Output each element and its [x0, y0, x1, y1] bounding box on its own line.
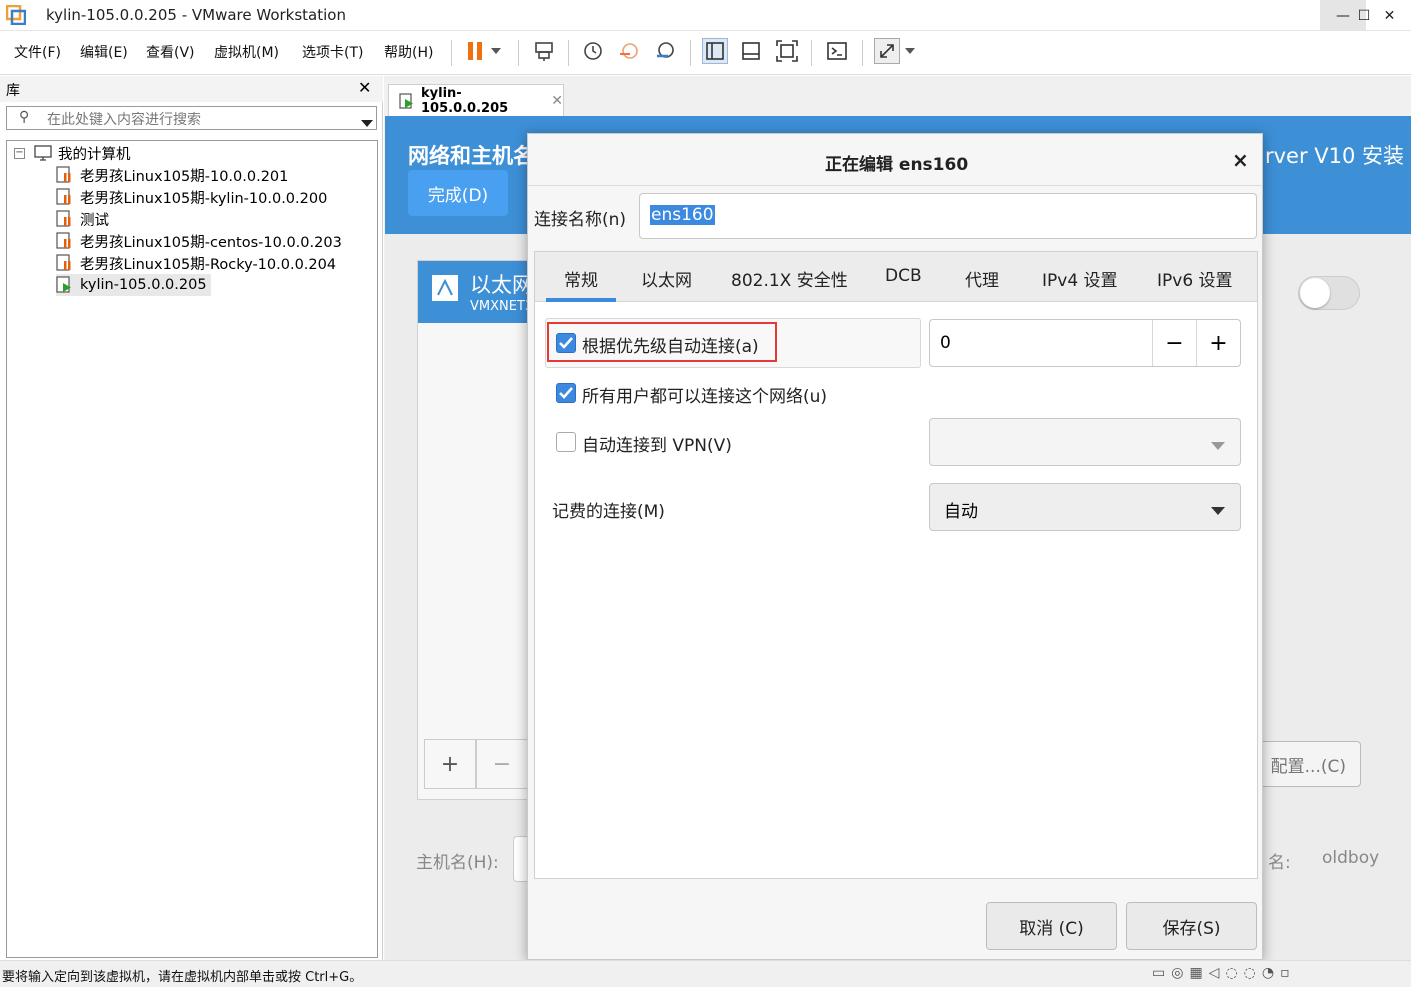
title-bar: kylin-105.0.0.205 - VMware Workstation —…: [0, 0, 1411, 31]
dialog-close-icon[interactable]: ×: [1232, 148, 1249, 172]
vm-icon: [56, 210, 74, 228]
metered-select[interactable]: 自动: [929, 483, 1241, 531]
tab-8021x[interactable]: 802.1X 安全性: [731, 266, 848, 291]
tab-ipv6[interactable]: IPv6 设置: [1157, 266, 1233, 291]
menu-file[interactable]: 文件(F): [14, 42, 61, 62]
tree-item-vm[interactable]: 老男孩Linux105期-kylin-10.0.0.200: [56, 186, 327, 208]
vmware-app-icon: [5, 4, 27, 26]
stretch-guest-icon[interactable]: [874, 38, 900, 64]
tab-strip: 常规 以太网 802.1X 安全性 DCB 代理 IPv4 设置 IPv6 设置: [535, 252, 1257, 302]
tree-item-vm-selected[interactable]: kylin-105.0.0.205: [56, 274, 211, 296]
library-panel: 库 ✕ ⚲ 在此处键入内容进行搜索 − 我的计算机 老男孩Linux105期-1…: [0, 76, 383, 960]
tab-dcb[interactable]: DCB: [885, 266, 922, 286]
vm-icon: [56, 188, 74, 206]
full-screen-icon[interactable]: [774, 38, 800, 64]
conn-name-value: ens160: [650, 205, 715, 225]
stretch-dropdown-icon[interactable]: [902, 38, 918, 64]
save-button[interactable]: 保存(S): [1126, 902, 1257, 950]
menu-view[interactable]: 查看(V): [146, 42, 195, 62]
search-placeholder[interactable]: 在此处键入内容进行搜索: [47, 109, 201, 129]
dialog-title: 正在编辑 ens160: [825, 155, 969, 175]
device-status-icons[interactable]: ▭◎▦◁◌◌◔▫: [1152, 965, 1296, 981]
close-button[interactable]: ✕: [1368, 0, 1411, 31]
adapter-name: 以太网: [470, 273, 533, 297]
active-tab-indicator: [546, 298, 616, 302]
tree-root-my-computer[interactable]: 我的计算机: [34, 142, 131, 164]
adapter-toggle[interactable]: [1298, 276, 1360, 310]
tab-general[interactable]: 常规: [564, 266, 598, 291]
priority-spinner: 0 − +: [929, 319, 1241, 367]
chevron-down-icon: [1211, 438, 1225, 454]
search-dropdown-icon[interactable]: [361, 115, 373, 131]
library-view-icon[interactable]: [702, 38, 728, 64]
send-ctrl-alt-del-icon[interactable]: [531, 38, 557, 64]
priority-increment-button[interactable]: +: [1196, 320, 1240, 366]
library-close-icon[interactable]: ✕: [358, 78, 371, 97]
ethernet-icon: [430, 273, 460, 307]
remove-adapter-button[interactable]: −: [476, 739, 528, 789]
tree-item-vm[interactable]: 老男孩Linux105期-Rocky-10.0.0.204: [56, 252, 336, 274]
search-icon: ⚲: [19, 109, 30, 125]
vpn-label[interactable]: 自动连接到 VPN(V): [582, 431, 732, 456]
adapter-sub: VMXNET3: [470, 299, 534, 314]
cancel-button[interactable]: 取消 (C): [986, 902, 1117, 950]
pause-icon[interactable]: [462, 38, 488, 64]
library-header: 库 ✕: [0, 76, 383, 102]
edit-connection-dialog: 正在编辑 ens160 × 连接名称(n) ens160 常规 以太网 802.…: [527, 133, 1263, 960]
vm-icon: [56, 232, 74, 250]
computer-icon: [34, 144, 52, 162]
tab-panel: 常规 以太网 802.1X 安全性 DCB 代理 IPv4 设置 IPv6 设置…: [534, 251, 1258, 879]
menu-vm[interactable]: 虚拟机(M): [214, 42, 279, 62]
current-hostname-value: oldboy: [1322, 848, 1380, 868]
status-bar: 要将输入定向到该虚拟机，请在虚拟机内部单击或按 Ctrl+G。 ▭◎▦◁◌◌◔▫: [0, 960, 1411, 987]
tab-ipv4[interactable]: IPv4 设置: [1042, 266, 1118, 291]
all-users-checkbox[interactable]: [556, 383, 576, 403]
revert-snapshot-icon[interactable]: [616, 38, 642, 64]
current-hostname-label: 名:: [1268, 853, 1291, 873]
done-button[interactable]: 完成(D): [408, 170, 508, 216]
installer-title: rver V10 安装: [1265, 144, 1405, 168]
menu-edit[interactable]: 编辑(E): [80, 42, 128, 62]
auto-connect-checkbox[interactable]: [556, 333, 576, 353]
auto-connect-label[interactable]: 根据优先级自动连接(a): [582, 332, 759, 357]
snapshot-manager-icon[interactable]: [652, 38, 678, 64]
tab-ethernet[interactable]: 以太网: [641, 266, 692, 291]
vpn-select[interactable]: [929, 418, 1241, 466]
vm-running-icon: [399, 93, 415, 109]
dialog-header: 正在编辑 ens160 ×: [528, 134, 1262, 186]
conn-name-input[interactable]: ens160: [639, 193, 1257, 239]
metered-label: 记费的连接(M): [552, 502, 665, 522]
vm-icon: [56, 254, 74, 272]
metered-value: 自动: [944, 502, 978, 522]
vm-icon: [56, 166, 74, 184]
conn-name-label: 连接名称(n): [534, 210, 627, 230]
console-icon[interactable]: [824, 38, 850, 64]
vm-tab[interactable]: kylin-105.0.0.205 ✕: [388, 84, 564, 117]
pause-dropdown-icon[interactable]: [488, 38, 504, 64]
priority-decrement-button[interactable]: −: [1152, 320, 1196, 366]
all-users-label[interactable]: 所有用户都可以连接这个网络(u): [582, 382, 827, 407]
collapse-icon[interactable]: −: [14, 148, 25, 159]
library-title: 库: [6, 83, 20, 99]
banner-title: 网络和主机名: [408, 144, 534, 168]
tab-proxy[interactable]: 代理: [965, 266, 999, 291]
snapshot-icon[interactable]: [580, 38, 606, 64]
vm-running-icon: [56, 276, 74, 294]
menu-tabs[interactable]: 选项卡(T): [302, 42, 363, 62]
add-adapter-button[interactable]: +: [424, 739, 476, 789]
menu-help[interactable]: 帮助(H): [384, 42, 433, 62]
library-search[interactable]: ⚲ 在此处键入内容进行搜索: [6, 106, 377, 130]
configure-button[interactable]: 配置...(C): [1255, 741, 1361, 787]
thumbnail-view-icon[interactable]: [738, 38, 764, 64]
vpn-checkbox[interactable]: [556, 432, 576, 452]
chevron-down-icon: [1211, 503, 1225, 519]
tree-item-vm[interactable]: 测试: [56, 208, 109, 230]
priority-value[interactable]: 0: [940, 333, 951, 353]
tree-item-vm[interactable]: 老男孩Linux105期-centos-10.0.0.203: [56, 230, 342, 252]
tree-item-vm[interactable]: 老男孩Linux105期-10.0.0.201: [56, 164, 288, 186]
window-title: kylin-105.0.0.205 - VMware Workstation: [46, 6, 346, 24]
status-text: 要将输入定向到该虚拟机，请在虚拟机内部单击或按 Ctrl+G。: [2, 970, 363, 985]
hostname-label: 主机名(H):: [416, 853, 499, 873]
tab-close-icon[interactable]: ✕: [551, 93, 563, 109]
